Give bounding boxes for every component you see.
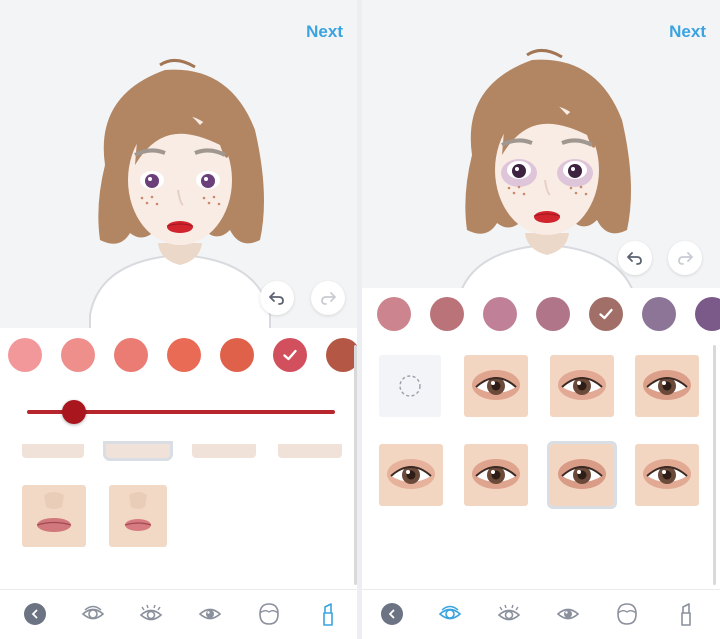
color-swatch[interactable] <box>61 338 95 372</box>
lip-editor-panel: Next <box>0 0 357 639</box>
color-swatch[interactable] <box>220 338 254 372</box>
chevron-left-icon <box>388 609 395 619</box>
eye-icon <box>556 608 580 620</box>
eye-preview-icon <box>464 355 528 417</box>
nav-eyeshadow[interactable] <box>437 601 463 627</box>
lipstick-icon <box>681 603 691 626</box>
eyeshadow-style-tile[interactable] <box>464 444 528 506</box>
lip-style-tile[interactable] <box>22 485 86 547</box>
undo-button[interactable] <box>618 241 652 275</box>
undo-button[interactable] <box>260 281 294 315</box>
color-swatch[interactable] <box>536 297 570 331</box>
eye-icon <box>198 608 222 620</box>
face-icon <box>259 603 279 625</box>
eyeshadow-style-tile[interactable] <box>635 355 699 417</box>
face-icon <box>617 603 637 625</box>
chevron-left-icon <box>31 609 38 619</box>
eyelashes-icon <box>497 604 521 621</box>
avatar-preview: Next <box>0 0 357 328</box>
checkmark-icon <box>599 308 613 320</box>
next-button[interactable]: Next <box>669 22 706 42</box>
eye-preview-icon <box>464 444 528 506</box>
color-swatch[interactable] <box>114 338 148 372</box>
lip-style-tile-partial[interactable] <box>192 444 256 458</box>
color-swatch[interactable] <box>430 297 464 331</box>
redo-icon <box>678 252 693 265</box>
nav-eyelashes[interactable] <box>138 601 164 627</box>
lip-style-1 <box>22 485 86 547</box>
lip-style-2 <box>109 485 167 547</box>
eyeshadow-icon <box>438 605 462 620</box>
nav-eyes[interactable] <box>197 601 223 627</box>
eye-preview-icon <box>550 355 614 417</box>
redo-button[interactable] <box>311 281 345 315</box>
nav-eyes[interactable] <box>555 601 581 627</box>
nav-lips[interactable] <box>315 601 341 627</box>
lip-style-tile-partial[interactable] <box>22 444 84 458</box>
redo-button[interactable] <box>668 241 702 275</box>
eye-preview-icon <box>635 355 699 417</box>
avatar-preview: Next <box>362 0 720 288</box>
eye-preview-icon <box>379 444 443 506</box>
nav-lips[interactable] <box>673 601 699 627</box>
eyeshadow-style-tile[interactable] <box>464 355 528 417</box>
undo-icon <box>269 292 284 305</box>
undo-icon <box>627 252 642 265</box>
bottom-nav <box>0 589 357 639</box>
scrollbar[interactable] <box>713 345 716 585</box>
lip-style-tile-partial-selected[interactable] <box>106 444 170 458</box>
nav-face[interactable] <box>256 601 282 627</box>
eye-preview-icon <box>550 444 614 506</box>
back-button[interactable] <box>22 601 48 627</box>
redo-icon <box>321 292 336 305</box>
eye-editor-panel: Next <box>362 0 720 639</box>
eyeshadow-style-tile[interactable] <box>635 444 699 506</box>
color-swatch[interactable] <box>326 338 357 372</box>
color-swatch[interactable] <box>483 297 517 331</box>
back-button[interactable] <box>379 601 405 627</box>
color-swatch[interactable] <box>8 338 42 372</box>
color-swatch[interactable] <box>695 297 720 331</box>
color-swatch[interactable] <box>377 297 411 331</box>
color-swatch[interactable] <box>642 297 676 331</box>
nav-eyeshadow[interactable] <box>80 601 106 627</box>
no-style-icon <box>399 375 421 397</box>
eyelashes-icon <box>139 604 163 621</box>
bottom-nav <box>362 589 720 639</box>
intensity-slider-thumb[interactable] <box>62 400 86 424</box>
next-button[interactable]: Next <box>306 22 343 42</box>
color-swatch[interactable] <box>273 338 307 372</box>
nav-face[interactable] <box>614 601 640 627</box>
eyeshadow-style-tile[interactable] <box>379 444 443 506</box>
checkmark-icon <box>283 349 297 361</box>
avatar-image <box>461 49 633 288</box>
eyeshadow-icon <box>81 605 105 620</box>
color-swatch[interactable] <box>589 297 623 331</box>
nav-eyelashes[interactable] <box>496 601 522 627</box>
eyeshadow-style-tile[interactable] <box>550 355 614 417</box>
lip-style-tile-partial[interactable] <box>278 444 342 458</box>
color-swatch[interactable] <box>167 338 201 372</box>
eyeshadow-none-tile[interactable] <box>379 355 441 417</box>
lipstick-icon <box>323 603 333 626</box>
eye-preview-icon <box>635 444 699 506</box>
lip-style-tile[interactable] <box>109 485 167 547</box>
eyeshadow-style-tile[interactable] <box>550 444 614 506</box>
avatar-image <box>89 59 271 328</box>
